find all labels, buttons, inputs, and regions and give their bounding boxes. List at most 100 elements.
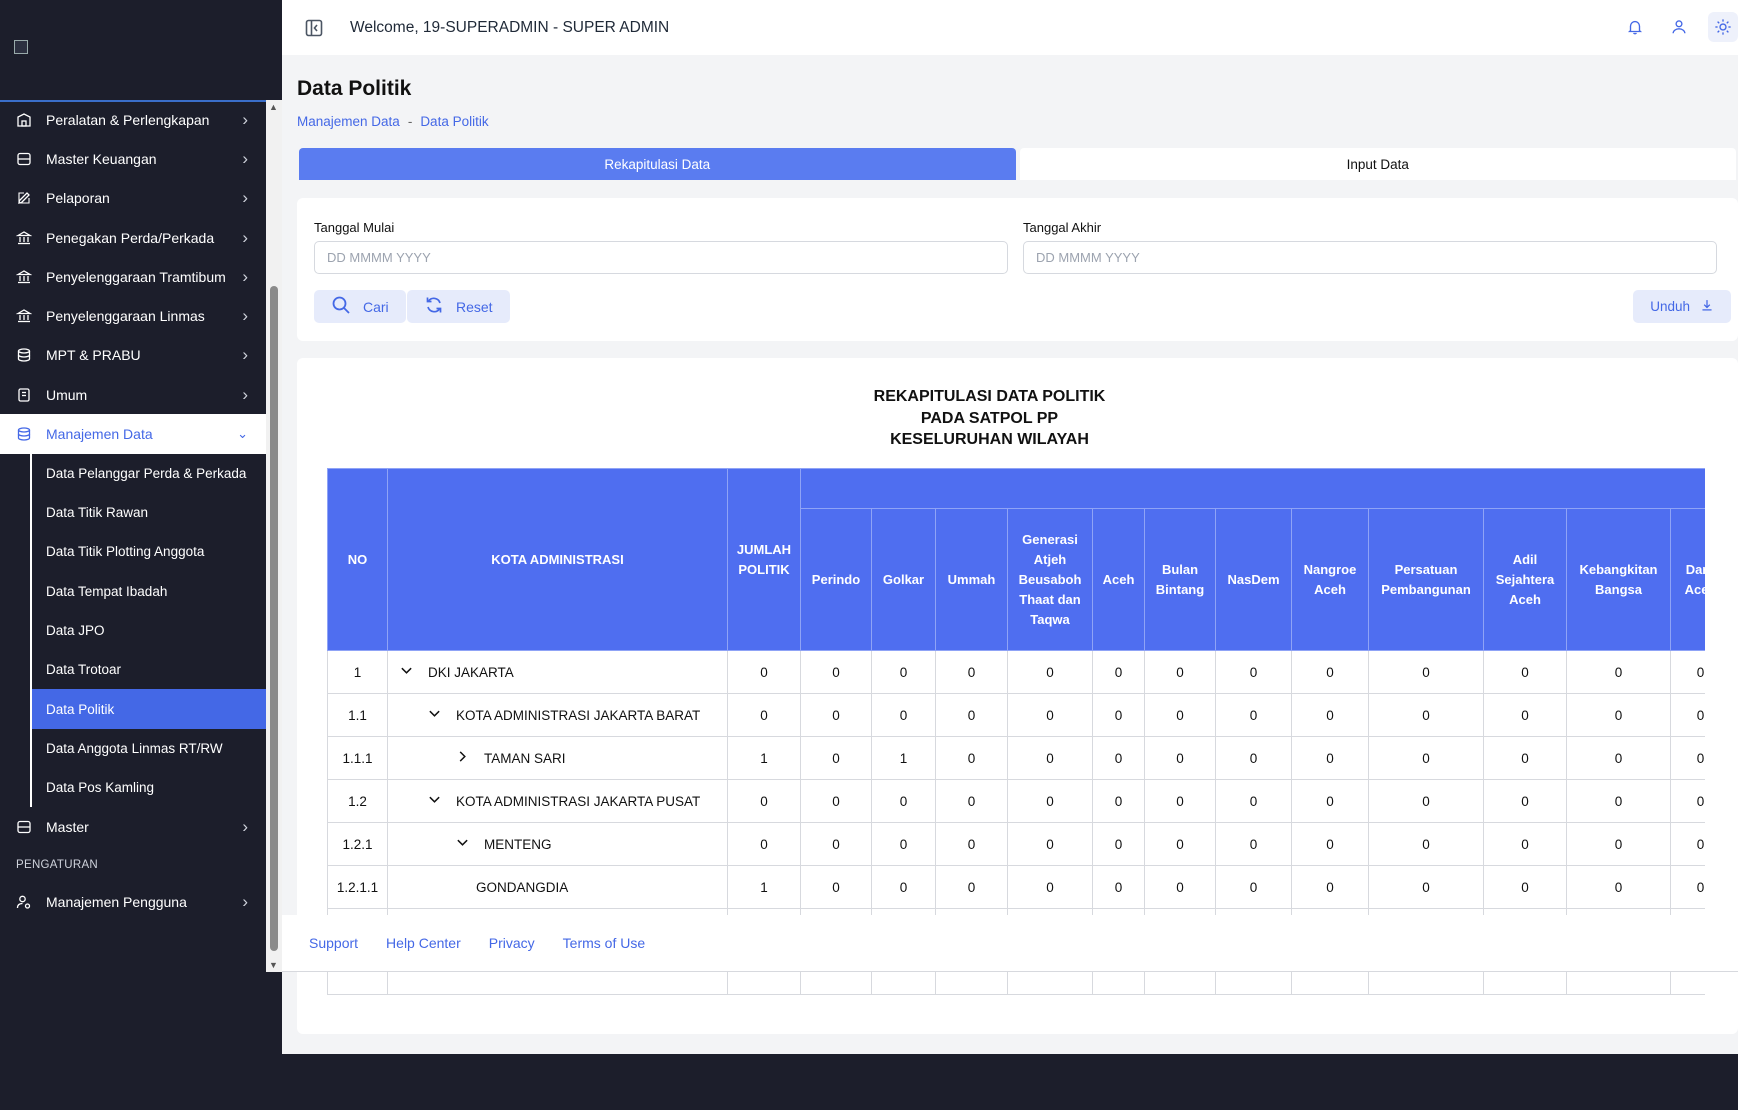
value-cell: 0 [1215,736,1292,780]
tab-input-data[interactable]: Input Data [1019,148,1736,180]
chevron-down-icon[interactable] [428,793,442,809]
sidebar-item-peralatan-perlengkapan[interactable]: Peralatan & Perlengkapan › [0,100,266,139]
value-cell: 0 [1007,779,1093,823]
value-cell: 0 [1483,779,1567,823]
sidebar-item-manajemen-data[interactable]: Manajemen Data ⌄ [0,414,266,454]
start-date-label: Tanggal Mulai [314,220,395,235]
chevron-down-icon[interactable] [400,664,414,680]
chevron-down-icon[interactable] [456,836,470,852]
book-icon [16,387,32,403]
page-title: Data Politik [297,77,412,100]
sidebar-item-label: Manajemen Pengguna [46,894,187,911]
start-date-field-group: Tanggal Mulai DD MMMM YYYY [314,220,1008,274]
value-cell: 0 [1566,865,1671,909]
sidebar-item-umum[interactable]: Umum › [0,375,266,414]
sidebar-item-mpt-prabu[interactable]: MPT & PRABU › [0,336,266,375]
tab-rekapitulasi-data[interactable]: Rekapitulasi Data [299,148,1016,180]
scrollbar-thumb[interactable] [270,286,278,951]
sidebar-subitem-data-pos-kamling[interactable]: Data Pos Kamling [30,768,266,808]
column-header-adil-sejahtera-aceh: Adil Sejahtera Aceh [1483,508,1567,651]
sidebar-subitem-data-tempat-ibadah[interactable]: Data Tempat Ibadah [30,571,266,611]
table-row: 1.2.1.1 GONDANGDIA 1 0 0 0 0 0 0 0 0 0 0 0 0 [327,865,1705,909]
chevron-right-icon: › [242,345,248,365]
value-cell: 1 [871,736,936,780]
sidebar-item-label: Peralatan & Perlengkapan [46,111,210,128]
footer-link-help-center[interactable]: Help Center [386,935,461,951]
row-name: GONDANGDIA [476,879,569,895]
value-cell: 0 [1483,693,1567,737]
chevron-down-icon[interactable] [428,707,442,723]
row-name: KOTA ADMINISTRASI JAKARTA BARAT [456,708,701,723]
bank-icon [16,308,32,324]
value-cell: 0 [1368,865,1484,909]
scroll-down-arrow[interactable]: ▼ [269,960,278,970]
reset-button-label: Reset [456,298,493,315]
column-header-golkar: Golkar [871,508,936,651]
sidebar-subitem-data-anggota-linmas-rt-rw[interactable]: Data Anggota Linmas RT/RW [30,728,266,769]
value-cell: 0 [1144,693,1216,737]
value-cell: 0 [1144,822,1216,866]
footer-link-support[interactable]: Support [309,935,358,951]
sidebar-subitem-data-pelanggar-perda-perkada[interactable]: Data Pelanggar Perda & Perkada [30,453,266,493]
value-cell: 0 [727,822,801,866]
sidebar-subitem-data-politik[interactable]: Data Politik [30,689,266,729]
search-button[interactable]: Cari [314,290,406,323]
column-header-nasdem: NasDem [1215,508,1292,651]
sidebar-subitem-data-titik-plotting-anggota[interactable]: Data Titik Plotting Anggota [30,532,266,572]
column-header-generasi-atjeh-beusaboh-thaat-dan-taqwa: Generasi Atjeh Beusaboh Thaat dan Taqwa [1007,508,1093,651]
value-cell: 0 [1007,650,1093,694]
report-title-line-3: KESELURUHAN WILAYAH [890,431,1089,448]
chevron-down-icon: ⌄ [237,426,248,442]
value-cell: 0 [1007,736,1093,780]
sidebar-item-pelaporan[interactable]: Pelaporan › [0,179,266,218]
user-cog-icon [16,894,32,910]
chevron-right-icon: › [242,109,248,129]
chevron-right-icon: › [242,892,248,912]
sidebar-toggle-icon[interactable] [304,18,324,38]
sidebar-item-penyelenggaraan-linmas[interactable]: Penyelenggaraan Linmas › [0,296,266,335]
value-cell: 0 [1368,779,1484,823]
breadcrumb-item-manajemen-data[interactable]: Manajemen Data [297,114,400,129]
download-button[interactable]: Unduh [1633,290,1731,323]
user-icon[interactable] [1664,12,1694,42]
sidebar-subitem-data-trotoar[interactable]: Data Trotoar [30,650,266,690]
sidebar-menu: Peralatan & Perlengkapan › Master Keuangan… [0,100,266,972]
value-cell: 0 [1670,650,1705,694]
building-icon [16,112,32,128]
table-row: 1.1.1 TAMAN SARI 1 0 1 0 0 0 0 0 0 0 0 0 0 [327,736,1705,780]
breadcrumb-item-data-politik[interactable]: Data Politik [420,114,488,129]
row-number: 1.2.1 [327,822,388,866]
sidebar-item-master[interactable]: Master › [0,807,266,846]
sidebar-subitem-data-titik-rawan[interactable]: Data Titik Rawan [30,492,266,533]
row-name-cell: KOTA ADMINISTRASI JAKARTA BARAT [387,693,728,737]
end-date-input[interactable]: DD MMMM YYYY [1023,241,1717,274]
value-cell: 0 [871,865,936,909]
reset-button[interactable]: Reset [407,290,510,323]
sidebar-item-manajemen-pengguna[interactable]: Manajemen Pengguna › [0,883,266,922]
bell-icon[interactable] [1620,12,1650,42]
start-date-input[interactable]: DD MMMM YYYY [314,241,1008,274]
chevron-right-icon: › [242,227,248,247]
footer-link-terms-of-use[interactable]: Terms of Use [563,935,645,951]
value-cell: 0 [800,779,872,823]
value-cell: 0 [1291,736,1369,780]
footer-link-privacy[interactable]: Privacy [489,935,535,951]
chevron-right-icon[interactable] [456,750,470,766]
sidebar-divider [0,100,282,102]
sidebar-item-penegakan-perda-perkada[interactable]: Penegakan Perda/Perkada › [0,218,266,257]
main-content: Welcome, 19-SUPERADMIN - SUPER ADMIN Dat… [282,0,1738,1054]
row-name-cell: GONDANGDIA [387,865,728,909]
column-header-nangroe-aceh: Nangroe Aceh [1291,508,1369,651]
row-number: 1 [327,650,388,694]
sidebar-subitem-data-jpo[interactable]: Data JPO [30,610,266,651]
sun-icon[interactable] [1708,12,1738,42]
column-group-header [800,468,1705,509]
sidebar-scrollbar[interactable]: ▲ ▼ [266,100,282,972]
scroll-up-arrow[interactable]: ▲ [269,102,278,112]
sidebar-item-penyelenggaraan-tramtibum[interactable]: Penyelenggaraan Tramtibum › [0,257,266,296]
sidebar-item-master-keuangan[interactable]: Master Keuangan › [0,139,266,178]
column-header-ummah: Ummah [935,508,1008,651]
value-cell: 0 [1483,650,1567,694]
row-name: DKI JAKARTA [428,665,514,680]
breadcrumb-separator: - [407,114,413,129]
